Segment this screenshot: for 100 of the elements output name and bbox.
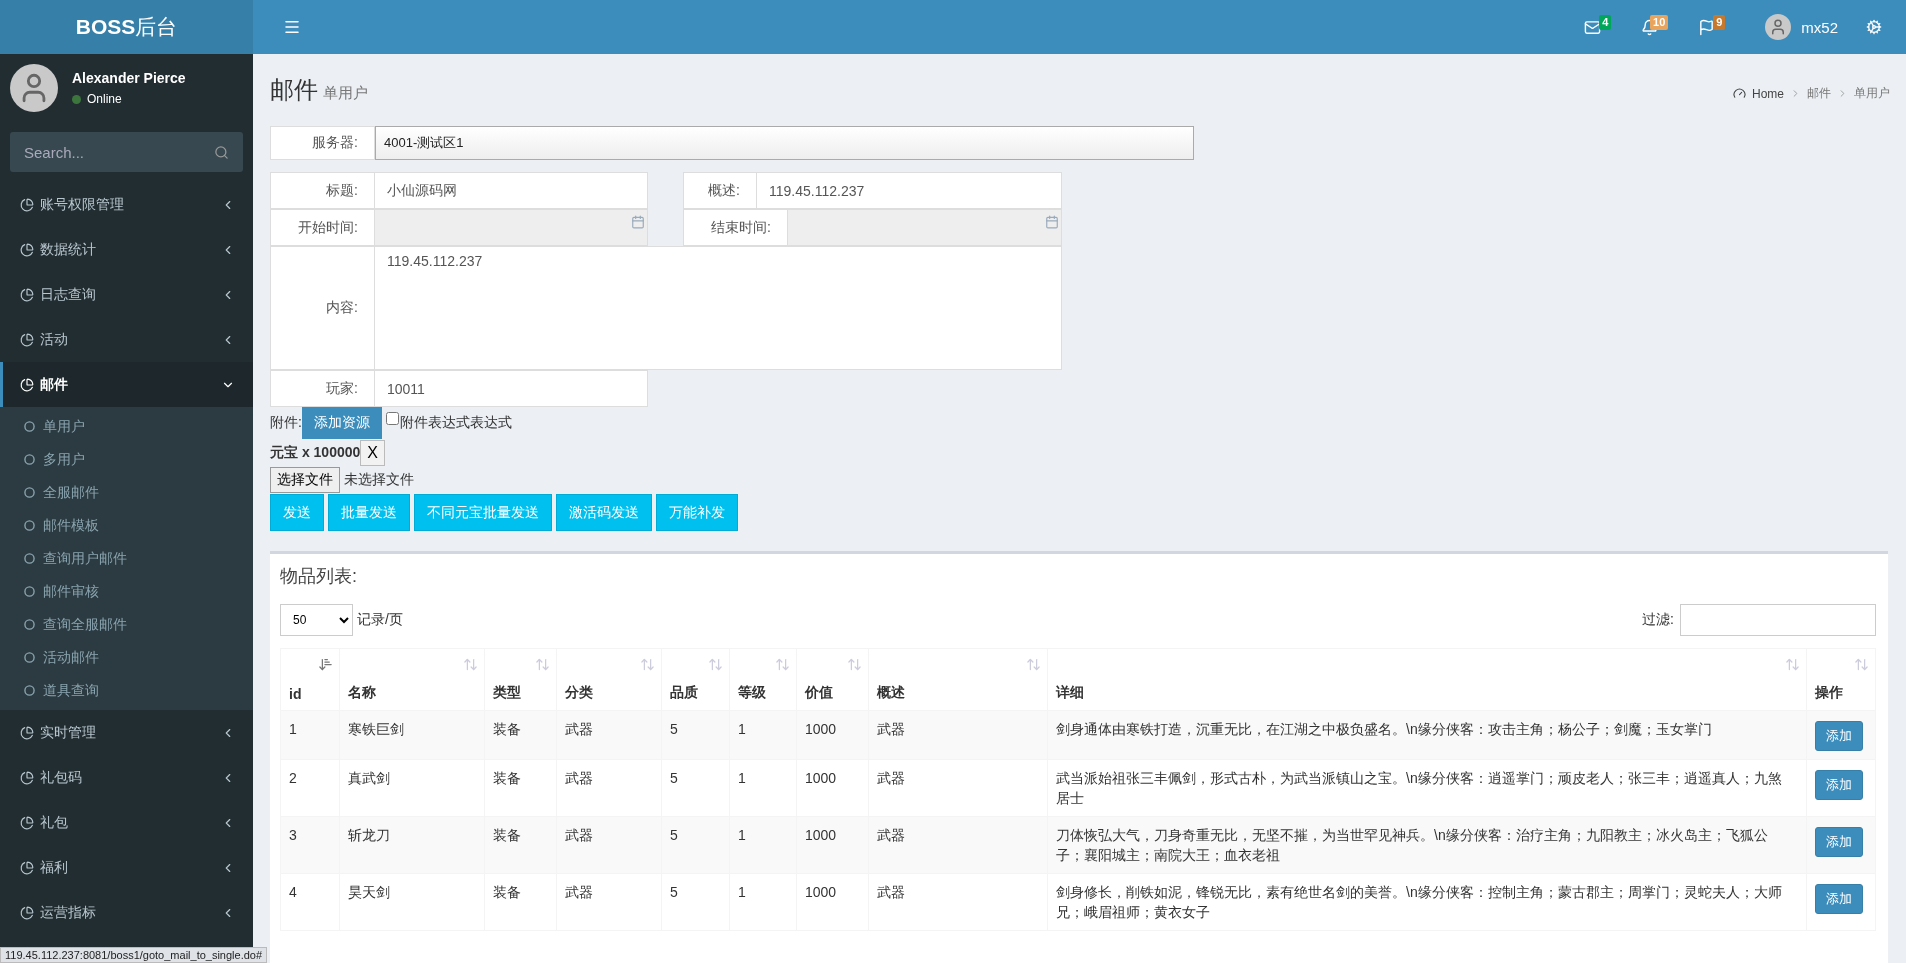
sort-icon: [1854, 657, 1869, 672]
calendar-icon: [1045, 215, 1059, 229]
column-header[interactable]: 名称: [339, 648, 485, 711]
sidebar-item[interactable]: 福利: [0, 845, 253, 890]
table-cell: 武器: [556, 759, 662, 817]
table-cell: 武器: [868, 759, 1048, 817]
player-field[interactable]: 10011: [375, 370, 648, 407]
table-cell: 武器: [556, 873, 662, 931]
pie-chart-icon: [20, 905, 34, 920]
add-resource-button[interactable]: 添加资源: [301, 407, 382, 439]
sidebar-item[interactable]: 账号权限管理: [0, 182, 253, 227]
sidebar-subitem[interactable]: 邮件审核: [0, 575, 253, 608]
sidebar-item[interactable]: 礼包: [0, 800, 253, 845]
circle-icon: [24, 520, 35, 531]
column-header[interactable]: 详细: [1047, 648, 1807, 711]
summary-field[interactable]: 119.45.112.237: [757, 172, 1062, 209]
sidebar-item[interactable]: 礼包码: [0, 755, 253, 800]
add-button[interactable]: 添加: [1815, 721, 1863, 751]
checkbox-label: 附件表达式表达式: [399, 414, 512, 432]
table-cell: 1: [280, 710, 340, 760]
sidebar-item[interactable]: 运营指标: [0, 890, 253, 935]
search-field[interactable]: Search...: [10, 132, 243, 172]
field-label: 标题:: [270, 172, 375, 209]
title-field[interactable]: 小仙源码网: [375, 172, 648, 209]
search-icon: [214, 145, 229, 160]
sidebar-item[interactable]: 实时管理: [0, 710, 253, 755]
sidebar-subitem[interactable]: 单用户: [0, 410, 253, 443]
sidebar-subitem[interactable]: 多用户: [0, 443, 253, 476]
content-field[interactable]: 119.45.112.237: [375, 246, 1062, 370]
table-cell: 1: [729, 759, 797, 817]
filter-label: 过滤:: [1642, 611, 1674, 629]
choose-file-button[interactable]: 选择文件: [270, 467, 340, 493]
column-header[interactable]: 等级: [729, 648, 797, 711]
table-cell: 斩龙刀: [339, 816, 485, 874]
table-cell: 1000: [796, 710, 869, 760]
field-label: 概述:: [683, 172, 757, 209]
table-cell: 剑身修长，削铁如泥，锋锐无比，素有绝世名剑的美誉。\n缘分侠客：控制主角；蒙古郡主；周掌门；灵蛇夫人；大师兄；峨眉祖师；黄衣女子: [1047, 873, 1807, 931]
calendar-icon: [631, 215, 645, 229]
table-cell: 1000: [796, 816, 869, 874]
column-header[interactable]: 概述: [868, 648, 1048, 711]
user-name: Alexander Pierce: [72, 70, 186, 86]
status-bar-url: 119.45.112.237:8081/boss1/goto_mail_to_single.do#: [0, 947, 268, 963]
breadcrumb-item: 邮件: [1807, 85, 1831, 102]
table-cell: 寒铁巨剑: [339, 710, 485, 760]
sort-ascending-icon: [318, 657, 333, 672]
sort-icon: [1026, 657, 1041, 672]
user-menu[interactable]: mx52: [1751, 6, 1852, 48]
mail-icon: [1584, 18, 1602, 36]
column-header[interactable]: 价值: [796, 648, 869, 711]
sidebar-subitem[interactable]: 邮件模板: [0, 509, 253, 542]
field-label: 服务器:: [270, 126, 375, 160]
breadcrumb-item: 单用户: [1854, 85, 1890, 102]
pie-chart-icon: [20, 770, 34, 785]
column-header[interactable]: 分类: [556, 648, 662, 711]
page-title: 邮件: [270, 76, 318, 103]
sidebar-subitem[interactable]: 查询用户邮件: [0, 542, 253, 575]
online-dot: [72, 94, 81, 104]
filter-field[interactable]: [1680, 604, 1876, 636]
table-cell: 5: [661, 710, 730, 760]
circle-icon: [24, 487, 35, 498]
column-header[interactable]: 操作: [1806, 648, 1876, 711]
table-cell: 武器: [868, 710, 1048, 760]
add-button[interactable]: 添加: [1815, 884, 1863, 914]
date-field[interactable]: [788, 209, 1062, 246]
app-logo[interactable]: BOSS后台: [0, 0, 253, 54]
sort-icon: [775, 657, 790, 672]
sidebar-item[interactable]: 活动: [0, 317, 253, 362]
field-label: 玩家:: [270, 370, 375, 407]
table-cell: 1000: [796, 873, 869, 931]
table-cell: 武器: [868, 816, 1048, 874]
sidebar-subitem[interactable]: 全服邮件: [0, 476, 253, 509]
sort-icon: [847, 657, 862, 672]
sidebar-subitem[interactable]: 查询全服邮件: [0, 608, 253, 641]
table-cell: 昊天剑: [339, 873, 485, 931]
add-button[interactable]: 添加: [1815, 770, 1863, 800]
sort-icon: [1785, 657, 1800, 672]
column-header[interactable]: id: [280, 648, 340, 711]
sidebar-item[interactable]: 日志查询: [0, 272, 253, 317]
sidebar-subitem[interactable]: 道具查询: [0, 674, 253, 707]
page-subtitle: 单用户: [323, 84, 368, 101]
column-header[interactable]: 类型: [484, 648, 557, 711]
table-cell: 5: [661, 873, 730, 931]
table-cell: 刀体恢弘大气，刀身奇重无比，无坚不摧，为当世罕见神兵。\n缘分侠客：治疗主角；九阳教主；冰火岛主；飞狐公子；襄阳城主；南院大王；血衣老祖: [1047, 816, 1807, 874]
add-button[interactable]: 添加: [1815, 827, 1863, 857]
breadcrumb-link[interactable]: Home: [1733, 86, 1784, 101]
server-select[interactable]: 4001-测试区1: [375, 126, 1194, 160]
remove-button[interactable]: X: [360, 440, 385, 466]
sidebar-item[interactable]: 邮件: [0, 362, 253, 407]
user-status: Online: [87, 92, 122, 106]
sidebar-subitem[interactable]: 活动邮件: [0, 641, 253, 674]
field-label: 结束时间:: [683, 209, 788, 246]
table-cell: 装备: [484, 873, 557, 931]
table-cell: 武器: [868, 873, 1048, 931]
table-cell: 2: [280, 759, 340, 817]
date-field[interactable]: [375, 209, 648, 246]
avatar: [10, 64, 58, 112]
sidebar-item[interactable]: 数据统计: [0, 227, 253, 272]
column-header[interactable]: 品质: [661, 648, 730, 711]
page-size-select[interactable]: 50: [280, 604, 353, 636]
checkbox[interactable]: [385, 411, 399, 425]
